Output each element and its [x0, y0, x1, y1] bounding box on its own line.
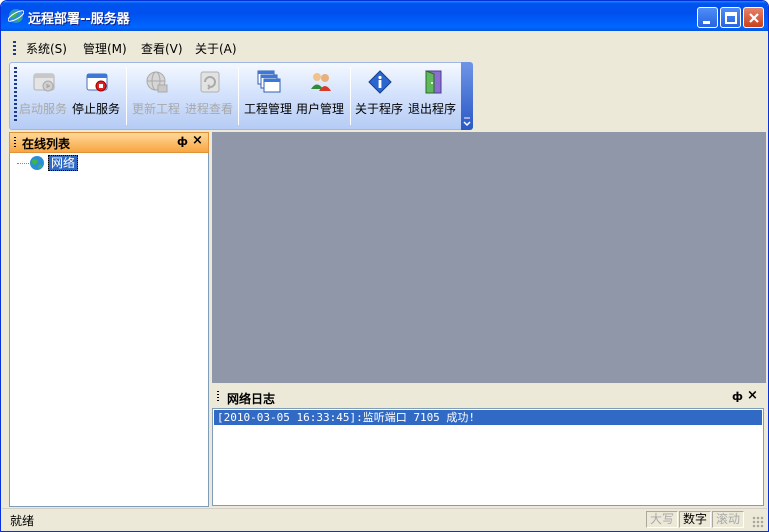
- maximize-icon: [725, 12, 737, 24]
- online-list-title: 在线列表: [22, 137, 71, 151]
- minimize-icon: [703, 21, 710, 24]
- process-view-icon: [200, 71, 220, 93]
- menu-grip[interactable]: [13, 41, 16, 55]
- process-view-label: 进程查看: [184, 102, 233, 116]
- window-title: 远程部署--服务器: [28, 12, 130, 27]
- windows-stack-icon: [257, 70, 281, 93]
- pin-icon[interactable]: ф: [177, 135, 188, 148]
- panel-grip[interactable]: [14, 137, 16, 149]
- start-service-icon: [33, 73, 55, 92]
- close-icon: [749, 13, 759, 23]
- minimize-button[interactable]: [697, 7, 718, 28]
- globe-app-icon: [8, 9, 24, 23]
- menu-view[interactable]: 查看(V): [141, 40, 183, 57]
- toolbar-overflow-button[interactable]: [461, 62, 473, 130]
- main-client-area[interactable]: [212, 132, 766, 383]
- user-manage-button[interactable]: 用户管理: [292, 67, 348, 123]
- users-icon: [311, 73, 331, 91]
- resize-grip[interactable]: [752, 516, 764, 528]
- app-window: 远程部署--服务器 系统(S) 管理(M) 查看(V) 关于(A) 启动服务 停…: [0, 0, 769, 532]
- log-entry[interactable]: [2010-03-05 16:33:45]:监听端口 7105 成功!: [214, 410, 762, 425]
- process-view-button[interactable]: 进程查看: [181, 67, 237, 123]
- close-panel-icon[interactable]: ×: [192, 133, 203, 148]
- stop-service-button[interactable]: 停止服务: [68, 67, 124, 123]
- scroll-lock-indicator: 滚动: [712, 511, 745, 528]
- close-button[interactable]: [743, 7, 764, 28]
- menu-about[interactable]: 关于(A): [195, 40, 237, 57]
- menu-system[interactable]: 系统(S): [26, 40, 67, 57]
- status-text: 就绪: [10, 514, 35, 528]
- exit-door-icon: [425, 70, 442, 94]
- panel-grip[interactable]: [217, 391, 219, 403]
- maximize-button[interactable]: [720, 7, 741, 28]
- tree-node-network[interactable]: 网络: [48, 155, 79, 171]
- online-list-panel[interactable]: [9, 132, 209, 507]
- chevron-down-icon: [463, 117, 471, 127]
- menu-manage[interactable]: 管理(M): [83, 40, 127, 57]
- exit-program-button[interactable]: 退出程序: [404, 67, 460, 123]
- stop-service-icon: [86, 73, 108, 92]
- network-globe-icon: [30, 156, 44, 170]
- info-icon: [368, 70, 392, 94]
- stop-service-label: 停止服务: [71, 102, 120, 116]
- update-project-button[interactable]: 更新工程: [128, 67, 184, 123]
- network-log-title: 网络日志: [227, 392, 276, 406]
- network-log-header[interactable]: 网络日志 ф ×: [212, 388, 766, 408]
- user-manage-label: 用户管理: [295, 102, 344, 116]
- pin-icon[interactable]: ф: [732, 390, 743, 403]
- network-log-list[interactable]: [2010-03-05 16:33:45]:监听端口 7105 成功!: [212, 408, 764, 506]
- num-lock-indicator: 数字: [679, 511, 712, 528]
- exit-program-label: 退出程序: [407, 102, 456, 116]
- caps-lock-indicator: 大写: [646, 511, 679, 528]
- update-project-icon: [146, 71, 168, 93]
- status-bar: 就绪 大写 数字 滚动: [2, 508, 767, 531]
- about-program-button[interactable]: 关于程序: [351, 67, 407, 123]
- start-service-button[interactable]: 启动服务: [15, 67, 71, 123]
- online-list-header[interactable]: 在线列表 ф ×: [9, 132, 209, 153]
- close-panel-icon[interactable]: ×: [747, 388, 758, 403]
- tree-connector: [17, 163, 29, 164]
- title-bar[interactable]: 远程部署--服务器: [1, 1, 768, 31]
